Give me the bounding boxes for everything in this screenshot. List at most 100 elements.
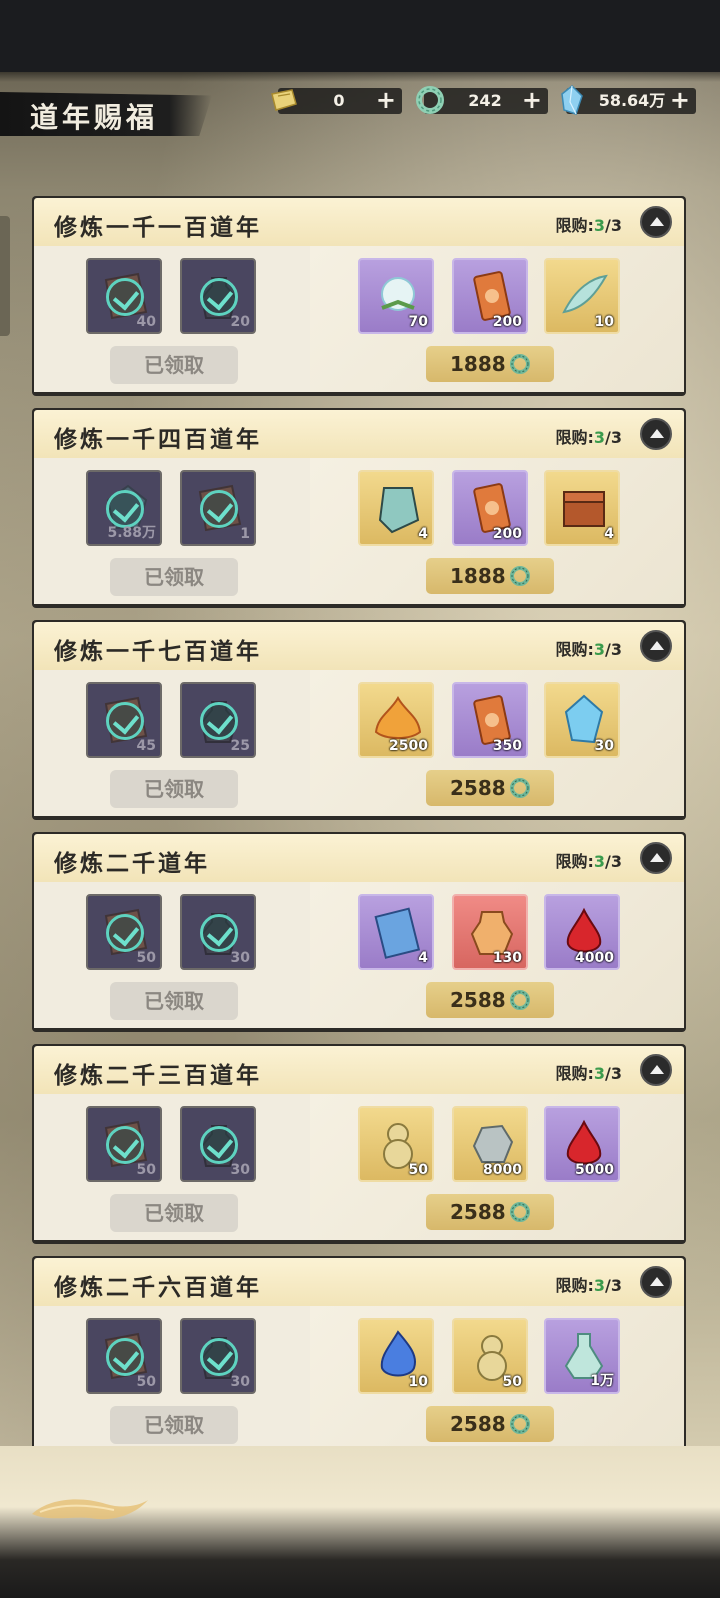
free-reward-item[interactable]: 30 (180, 1106, 256, 1182)
free-reward-item[interactable]: 30 (180, 894, 256, 970)
collapse-toggle-icon[interactable] (640, 842, 672, 874)
purchase-limit: 限购:3/3 (555, 424, 622, 448)
claimed-check-icon (200, 278, 238, 316)
item-quantity: 25 (230, 738, 250, 754)
item-quantity: 70 (408, 314, 428, 330)
paid-reward-item[interactable]: 200 (452, 258, 528, 334)
free-rewards-panel: 40 20 已领取 (34, 246, 310, 392)
free-rewards-panel: 50 30 已领取 (34, 1094, 310, 1240)
card-header[interactable]: 修炼二千三百道年 限购:3/3 (34, 1046, 684, 1094)
purchase-limit-total: /3 (605, 852, 622, 871)
purchase-limit-label: 限购: (555, 852, 594, 871)
collapse-toggle-icon[interactable] (640, 418, 672, 450)
purchase-button[interactable]: 2588 (426, 1194, 554, 1230)
card-header[interactable]: 修炼二千六百道年 限购:3/3 (34, 1258, 684, 1306)
free-rewards-panel: 45 25 已领取 (34, 670, 310, 816)
free-reward-item[interactable]: 5.88万 (86, 470, 162, 546)
collapse-toggle-icon[interactable] (640, 630, 672, 662)
purchase-button[interactable]: 2588 (426, 770, 554, 806)
item-quantity: 30 (230, 1162, 250, 1178)
paid-rewards-panel: 2500 350 30 2588 (310, 670, 684, 816)
currency-ticket: 0 + (271, 88, 402, 114)
paid-reward-item[interactable]: 10 (358, 1318, 434, 1394)
free-rewards-panel: 50 30 已领取 (34, 1306, 310, 1446)
item-quantity: 200 (492, 314, 522, 330)
paid-rewards-panel: 10 50 1万 2588 (310, 1306, 684, 1446)
spirit-crystal-icon (561, 84, 583, 115)
claimed-button[interactable]: 已领取 (110, 346, 238, 384)
paid-reward-item[interactable]: 50 (358, 1106, 434, 1182)
free-reward-item[interactable]: 1 (180, 470, 256, 546)
collapse-toggle-icon[interactable] (640, 206, 672, 238)
paid-reward-item[interactable]: 8000 (452, 1106, 528, 1182)
item-quantity: 40 (136, 314, 156, 330)
free-reward-item[interactable]: 45 (86, 682, 162, 758)
paid-reward-item[interactable]: 4 (544, 470, 620, 546)
paid-reward-item[interactable]: 200 (452, 470, 528, 546)
card-header[interactable]: 修炼二千道年 限购:3/3 (34, 834, 684, 882)
price-value: 1888 (450, 352, 506, 376)
purchase-limit: 限购:3/3 (555, 212, 622, 236)
collapse-toggle-icon[interactable] (640, 1054, 672, 1086)
item-quantity: 30 (594, 738, 614, 754)
paid-reward-item[interactable]: 4 (358, 894, 434, 970)
paid-reward-item[interactable]: 30 (544, 682, 620, 758)
free-rewards-panel: 5.88万 1 已领取 (34, 458, 310, 604)
claimed-button[interactable]: 已领取 (110, 1406, 238, 1444)
claimed-check-icon (106, 1126, 144, 1164)
jade-ring-icon (510, 990, 530, 1010)
free-reward-item[interactable]: 20 (180, 258, 256, 334)
free-reward-item[interactable]: 50 (86, 894, 162, 970)
paid-reward-item[interactable]: 350 (452, 682, 528, 758)
purchase-limit: 限购:3/3 (555, 636, 622, 660)
purchase-limit-total: /3 (605, 1064, 622, 1083)
claimed-button[interactable]: 已领取 (110, 770, 238, 808)
purchase-limit-current: 3 (593, 216, 606, 235)
purchase-button[interactable]: 1888 (426, 346, 554, 382)
purchase-limit-total: /3 (605, 640, 622, 659)
paid-reward-item[interactable]: 2500 (358, 682, 434, 758)
currency-crystal: 58.64万 + (561, 84, 696, 115)
free-reward-item[interactable]: 30 (180, 1318, 256, 1394)
add-ticket-button[interactable]: + (376, 88, 396, 114)
paid-reward-item[interactable]: 130 (452, 894, 528, 970)
free-reward-item[interactable]: 40 (86, 258, 162, 334)
add-jade-button[interactable]: + (522, 88, 542, 114)
paid-reward-item[interactable]: 4 (358, 470, 434, 546)
purchase-button[interactable]: 1888 (426, 558, 554, 594)
free-reward-item[interactable]: 25 (180, 682, 256, 758)
paid-reward-item[interactable]: 5000 (544, 1106, 620, 1182)
top-status-bar (0, 0, 720, 82)
collapse-toggle-icon[interactable] (640, 1266, 672, 1298)
claimed-check-icon (200, 914, 238, 952)
item-quantity: 30 (230, 1374, 250, 1390)
purchase-button[interactable]: 2588 (426, 982, 554, 1018)
paid-reward-item[interactable]: 50 (452, 1318, 528, 1394)
purchase-limit-total: /3 (605, 428, 622, 447)
purchase-button[interactable]: 2588 (426, 1406, 554, 1442)
item-quantity: 350 (492, 738, 522, 754)
card-header[interactable]: 修炼一千四百道年 限购:3/3 (34, 410, 684, 458)
purchase-limit-current: 3 (593, 640, 606, 659)
price-value: 2588 (450, 988, 506, 1012)
add-crystal-button[interactable]: + (670, 88, 690, 114)
side-drawer-handle[interactable] (0, 216, 10, 336)
claimed-button[interactable]: 已领取 (110, 982, 238, 1020)
free-reward-item[interactable]: 50 (86, 1106, 162, 1182)
paid-reward-item[interactable]: 70 (358, 258, 434, 334)
item-quantity: 50 (136, 1162, 156, 1178)
reward-card: 修炼一千一百道年 限购:3/3 40 20 已领取 70 200 10 1888 (32, 196, 686, 396)
free-reward-item[interactable]: 50 (86, 1318, 162, 1394)
purchase-limit-label: 限购: (555, 216, 594, 235)
paid-reward-item[interactable]: 4000 (544, 894, 620, 970)
paid-reward-item[interactable]: 1万 (544, 1318, 620, 1394)
gold-ticket-icon (271, 89, 297, 111)
card-header[interactable]: 修炼一千一百道年 限购:3/3 (34, 198, 684, 246)
paid-reward-item[interactable]: 10 (544, 258, 620, 334)
claimed-button[interactable]: 已领取 (110, 1194, 238, 1232)
item-quantity: 4 (604, 526, 614, 542)
claimed-button[interactable]: 已领取 (110, 558, 238, 596)
currency-crystal-value: 58.64万 (598, 91, 666, 110)
reward-list[interactable]: 修炼一千一百道年 限购:3/3 40 20 已领取 70 200 10 1888 (32, 196, 686, 1446)
card-header[interactable]: 修炼一千七百道年 限购:3/3 (34, 622, 684, 670)
